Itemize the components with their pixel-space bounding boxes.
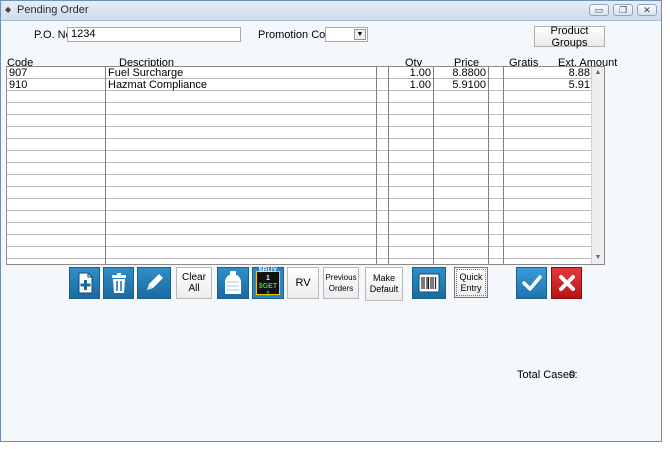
table-row-2-ext-amount[interactable]: 5.91 bbox=[504, 79, 590, 91]
title-bar: ◆ Pending Order ▭ ❐ ✕ bbox=[1, 1, 661, 21]
minimize-button[interactable]: ▭ bbox=[589, 4, 609, 16]
edit-line-button[interactable] bbox=[137, 267, 171, 299]
table-row-1-code[interactable]: 907 bbox=[9, 67, 27, 79]
table-row-1-qty[interactable]: 1.00 bbox=[389, 67, 431, 79]
total-cases-value: 0 bbox=[569, 369, 576, 381]
table-row-2-description[interactable]: Hazmat Compliance bbox=[108, 79, 207, 91]
previous-orders-button[interactable]: Previous Orders bbox=[323, 267, 359, 299]
product-groups-button[interactable]: Product Groups bbox=[534, 25, 605, 49]
add-line-button[interactable] bbox=[69, 267, 100, 299]
add-document-icon bbox=[78, 272, 92, 294]
restore-icon: ❐ bbox=[618, 5, 628, 15]
water-bottle-icon bbox=[225, 271, 241, 294]
cancel-button[interactable] bbox=[551, 267, 582, 299]
clear-all-button[interactable]: Clear All bbox=[176, 267, 212, 299]
barcode-icon bbox=[418, 273, 440, 293]
barcode-scan-button[interactable] bbox=[412, 267, 446, 299]
ok-button[interactable] bbox=[516, 267, 547, 299]
buy-get-promo-icon: $BUY 1 $GET 1 bbox=[256, 267, 280, 298]
scroll-down-icon[interactable]: ▼ bbox=[592, 252, 604, 264]
rv-button[interactable]: RV bbox=[287, 267, 319, 299]
close-button[interactable]: ✕ bbox=[637, 4, 657, 16]
close-x-icon bbox=[558, 275, 575, 291]
table-row-1-ext-amount[interactable]: 8.88 bbox=[504, 67, 590, 79]
restore-button[interactable]: ❐ bbox=[613, 4, 633, 16]
pencil-icon bbox=[147, 274, 163, 290]
delete-line-button[interactable] bbox=[103, 267, 134, 299]
promotion-code-select[interactable]: ▼ bbox=[325, 27, 368, 42]
pending-order-window: ◆ Pending Order ▭ ❐ ✕ P.O. No. 1234 Prom… bbox=[0, 0, 662, 442]
table-row-2-qty[interactable]: 1.00 bbox=[389, 79, 431, 91]
trash-icon bbox=[111, 273, 126, 293]
chevron-down-icon[interactable]: ▼ bbox=[354, 29, 366, 40]
table-row-2-code[interactable]: 910 bbox=[9, 79, 27, 91]
scroll-up-icon[interactable]: ▲ bbox=[592, 67, 604, 79]
grid-vertical-scrollbar[interactable]: ▲ ▼ bbox=[591, 67, 604, 264]
make-default-button[interactable]: Make Default bbox=[365, 267, 403, 301]
order-lines-grid[interactable]: 907 Fuel Surcharge 1.00 8.8800 8.88 910 … bbox=[6, 66, 605, 265]
close-icon: ✕ bbox=[643, 5, 651, 15]
window-title: Pending Order bbox=[17, 4, 89, 16]
minimize-icon: ▭ bbox=[594, 5, 604, 15]
bottle-deposit-button[interactable] bbox=[217, 267, 249, 299]
table-row-1-price[interactable]: 8.8800 bbox=[434, 67, 486, 79]
quick-entry-button[interactable]: Quick Entry bbox=[454, 267, 488, 298]
app-icon: ◆ bbox=[5, 5, 12, 14]
promo-icon-line-1: $BUY 1 bbox=[258, 267, 278, 282]
table-row-2-price[interactable]: 5.9100 bbox=[434, 79, 486, 91]
checkmark-icon bbox=[521, 275, 542, 291]
buy-one-get-one-button[interactable]: $BUY 1 $GET 1 bbox=[252, 267, 284, 299]
po-number-input[interactable]: 1234 bbox=[67, 27, 241, 42]
promo-icon-line-2: $GET 1 bbox=[258, 283, 278, 298]
table-row-1-description[interactable]: Fuel Surcharge bbox=[108, 67, 183, 79]
